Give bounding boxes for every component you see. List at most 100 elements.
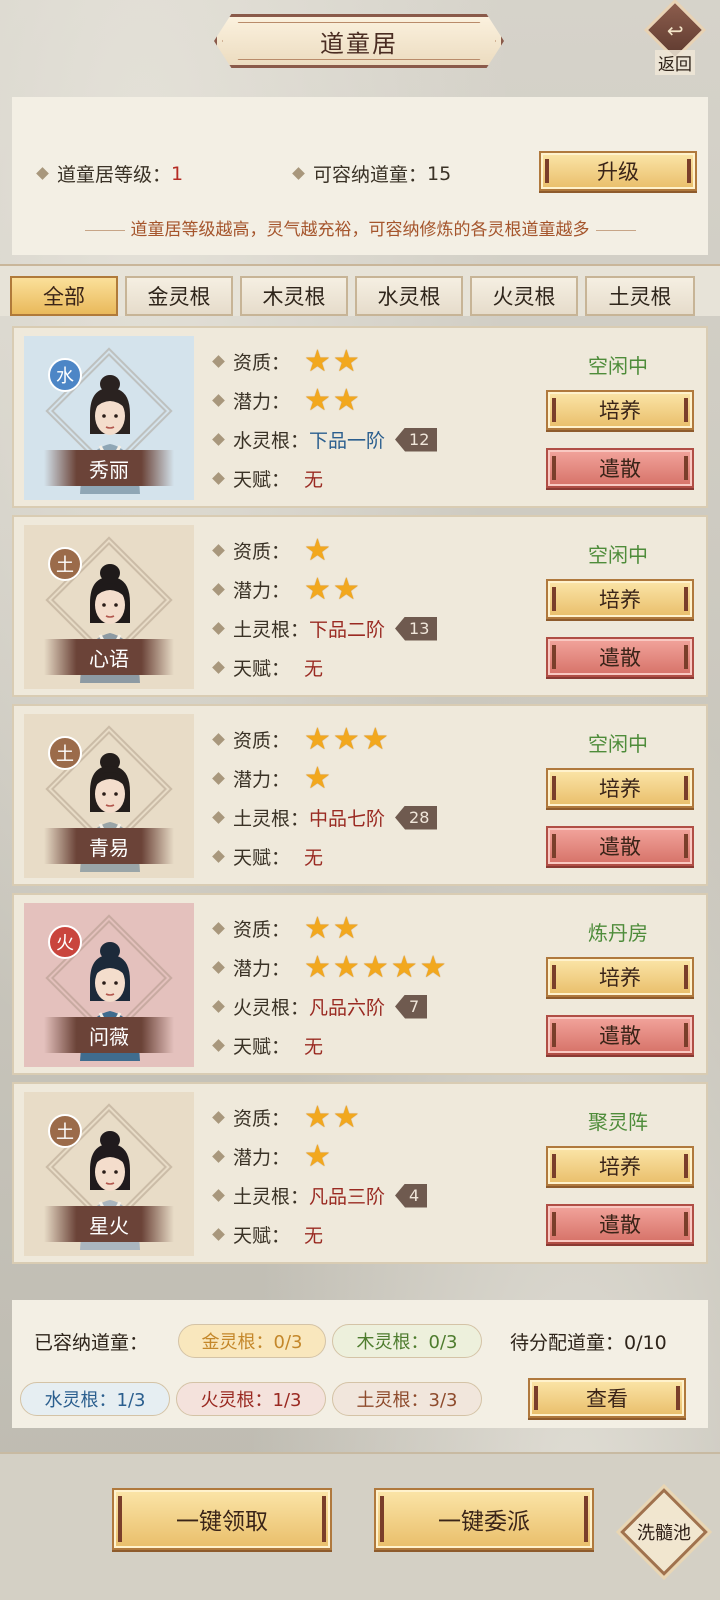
tab-earth[interactable]: 土灵根 (585, 276, 695, 316)
disciple-portrait[interactable]: 火 问薇 (24, 903, 194, 1067)
dismiss-button[interactable]: 遣散 (546, 826, 694, 866)
wash-pool-button[interactable]: 洗髓池 (618, 1486, 710, 1578)
disciple-card: 水 秀丽 资质： ★★ 潜力： ★★ 水灵根： 下品一阶 12 天赋： 无 空闲… (12, 326, 708, 508)
train-button[interactable]: 培养 (546, 957, 694, 997)
wash-pool-label: 洗髓池 (637, 1519, 691, 1545)
disciple-status: 空闲中 (588, 543, 648, 567)
disciple-status: 空闲中 (588, 354, 648, 378)
diamond-bullet-icon (212, 1039, 225, 1052)
element-badge: 土 (48, 547, 82, 581)
star-icon: ★ (304, 532, 331, 568)
dismiss-button[interactable]: 遣散 (546, 448, 694, 488)
aptitude-row: 资质： ★★ (212, 1098, 427, 1137)
filter-tabs: 全部 金灵根 木灵根 水灵根 火灵根 土灵根 (0, 264, 720, 316)
disciple-attributes: 资质： ★ 潜力： ★★ 土灵根： 下品二阶 13 天赋： 无 (212, 531, 438, 687)
star-icon: ★ (304, 910, 331, 946)
tab-wood[interactable]: 木灵根 (240, 276, 348, 316)
star-icon: ★ (304, 382, 331, 418)
level-info: 道童居等级： 1 (36, 160, 183, 187)
view-button[interactable]: 查看 (528, 1378, 686, 1418)
diamond-bullet-icon (212, 472, 225, 485)
potential-stars: ★★★★★ (304, 949, 449, 985)
diamond-bullet-icon (212, 811, 225, 824)
train-button[interactable]: 培养 (546, 768, 694, 808)
diamond-bullet-icon (212, 1150, 225, 1163)
star-icon: ★ (361, 721, 389, 757)
root-row: 火灵根： 凡品六阶 7 (212, 987, 449, 1026)
root-label: 火灵根： (233, 997, 310, 1019)
aptitude-row: 资质： ★★★ (212, 720, 437, 759)
info-panel: 道童居等级： 1 可容纳道童： 15 升级 道童居等级越高，灵气越充裕，可容纳修… (12, 97, 708, 255)
dismiss-button[interactable]: 遣散 (546, 1204, 694, 1244)
metal-count-pill: 金灵根：0/3 (178, 1324, 326, 1358)
potential-row: 潜力： ★★ (212, 381, 437, 420)
root-value: 凡品六阶 (309, 997, 386, 1019)
potential-row: 潜力： ★ (212, 759, 437, 798)
pending-count: 待分配道童：0/10 (510, 1332, 667, 1354)
tab-water[interactable]: 水灵根 (355, 276, 463, 316)
element-badge: 火 (48, 925, 82, 959)
star-icon: ★ (332, 382, 360, 418)
diamond-bullet-icon (212, 583, 225, 596)
disciple-attributes: 资质： ★★★ 潜力： ★ 土灵根： 中品七阶 28 天赋： 无 (212, 720, 438, 876)
diamond-bullet-icon (212, 622, 225, 635)
star-icon: ★ (304, 721, 331, 757)
star-icon: ★ (304, 571, 331, 607)
star-icon: ★ (332, 721, 360, 757)
root-label: 土灵根： (233, 808, 310, 830)
star-icon: ★ (304, 1138, 331, 1174)
train-button[interactable]: 培养 (546, 390, 694, 430)
dispatch-all-button[interactable]: 一键委派 (374, 1488, 594, 1550)
aptitude-row: 资质： ★★ (212, 342, 437, 381)
upgrade-button[interactable]: 升级 (539, 151, 697, 191)
diamond-bullet-icon (212, 850, 225, 863)
star-icon: ★ (304, 1099, 331, 1135)
star-icon: ★ (304, 343, 331, 379)
talent-row: 天赋： 无 (212, 459, 437, 498)
diamond-bullet-icon (36, 167, 49, 180)
disciple-card: 火 问薇 资质： ★★ 潜力： ★★★★★ 火灵根： 凡品六阶 7 天赋： 无 … (12, 893, 708, 1075)
talent-label: 天赋： (233, 1225, 291, 1247)
diamond-bullet-icon (212, 355, 225, 368)
disciple-card: 土 星火 资质： ★★ 潜力： ★ 土灵根： 凡品三阶 4 天赋： 无 聚灵阵 … (12, 1082, 708, 1264)
potential-stars: ★★ (304, 571, 362, 607)
description-text: 道童居等级越高，灵气越充裕，可容纳修炼的各灵根道童越多 (130, 220, 590, 240)
aptitude-label: 资质： (233, 919, 291, 941)
tab-all[interactable]: 全部 (10, 276, 118, 316)
train-button[interactable]: 培养 (546, 1146, 694, 1186)
potential-stars: ★★ (304, 382, 362, 418)
train-button[interactable]: 培养 (546, 579, 694, 619)
talent-value: 无 (304, 847, 324, 869)
diamond-bullet-icon (292, 167, 305, 180)
capacity-info: 可容纳道童： 15 (292, 160, 452, 187)
aptitude-stars: ★ (304, 532, 333, 568)
star-icon: ★ (304, 760, 331, 796)
star-icon: ★ (419, 949, 447, 985)
capacity-value: 15 (427, 162, 452, 185)
talent-value: 无 (304, 469, 324, 491)
tab-metal[interactable]: 金灵根 (125, 276, 233, 316)
divider (595, 229, 636, 231)
dismiss-button[interactable]: 遣散 (546, 1015, 694, 1055)
talent-row: 天赋： 无 (212, 837, 437, 876)
disciple-portrait[interactable]: 土 心语 (24, 525, 194, 689)
dismiss-button[interactable]: 遣散 (546, 637, 694, 677)
back-button[interactable]: ↩ 返回 (640, 0, 710, 78)
root-level-tag: 12 (395, 427, 438, 452)
disciple-portrait[interactable]: 水 秀丽 (24, 336, 194, 500)
disciple-portrait[interactable]: 土 星火 (24, 1092, 194, 1256)
disciple-attributes: 资质： ★★ 潜力： ★★ 水灵根： 下品一阶 12 天赋： 无 (212, 342, 438, 498)
diamond-bullet-icon (212, 433, 225, 446)
root-value: 凡品三阶 (309, 1186, 386, 1208)
diamond-bullet-icon (212, 922, 225, 935)
tab-fire[interactable]: 火灵根 (470, 276, 578, 316)
talent-row: 天赋： 无 (212, 1026, 449, 1065)
claim-all-button[interactable]: 一键领取 (112, 1488, 332, 1550)
aptitude-row: 资质： ★ (212, 531, 437, 570)
disciple-portrait[interactable]: 土 青易 (24, 714, 194, 878)
diamond-bullet-icon (212, 1111, 225, 1124)
aptitude-stars: ★★ (304, 1099, 362, 1135)
diamond-bullet-icon (212, 1000, 225, 1013)
star-icon: ★ (332, 910, 360, 946)
root-level-tag: 4 (395, 1183, 428, 1208)
